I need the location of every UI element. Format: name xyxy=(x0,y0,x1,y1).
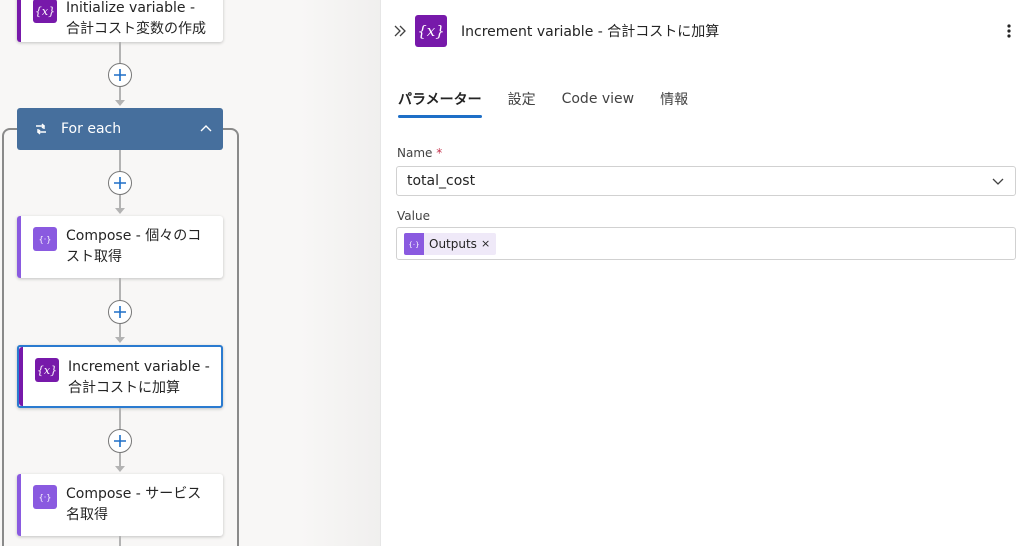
outputs-token[interactable]: {·} Outputs × xyxy=(404,232,497,255)
connector-arrow xyxy=(115,100,125,106)
more-options-button[interactable] xyxy=(997,19,1021,43)
panel-shadow xyxy=(300,0,380,546)
card-accent xyxy=(17,0,21,42)
required-marker: * xyxy=(436,146,443,160)
tab-about[interactable]: 情報 xyxy=(660,80,688,118)
card-accent xyxy=(17,474,21,536)
tab-settings[interactable]: 設定 xyxy=(508,80,536,118)
value-label-text: Value xyxy=(397,209,430,223)
card-increment-variable[interactable]: {x} Increment variable - 合計コストに加算 xyxy=(17,345,223,408)
remove-token-icon[interactable]: × xyxy=(481,237,490,250)
svg-text:{·}: {·} xyxy=(408,241,419,249)
compose-icon: {·} xyxy=(33,227,57,251)
svg-text:{·}: {·} xyxy=(39,493,52,502)
panel-header: {x} Increment variable - 合計コストに加算 xyxy=(381,0,1024,62)
variable-icon: {x} xyxy=(35,358,59,382)
foreach-header[interactable]: For each xyxy=(17,108,223,150)
add-step-button[interactable] xyxy=(108,171,132,195)
chevron-up-icon[interactable] xyxy=(199,122,213,136)
card-accent xyxy=(19,347,23,406)
card-label: Compose - サービス名取得 xyxy=(66,486,202,523)
connector-line xyxy=(119,536,121,546)
action-details-panel: {x} Increment variable - 合計コストに加算 パラメーター… xyxy=(380,0,1024,546)
card-label: Initialize variable - 合計コスト変数の作成 xyxy=(66,0,206,37)
loop-icon xyxy=(36,123,46,135)
value-input[interactable]: {·} Outputs × xyxy=(396,227,1016,260)
panel-title: Increment variable - 合計コストに加算 xyxy=(461,24,720,40)
compose-icon: {·} xyxy=(404,232,424,255)
name-dropdown[interactable]: total_cost xyxy=(396,166,1016,196)
name-field-label: Name * xyxy=(397,146,442,160)
variable-icon: {x} xyxy=(415,15,447,47)
foreach-title: For each xyxy=(61,121,122,137)
card-label: Compose - 個々のコスト取得 xyxy=(66,228,202,265)
name-label-text: Name xyxy=(397,146,433,160)
name-dropdown-value: total_cost xyxy=(407,173,476,189)
chevron-down-icon xyxy=(992,178,1004,185)
value-field-label: Value xyxy=(397,209,430,223)
double-chevron-right-icon xyxy=(394,25,406,37)
card-initialize-variable[interactable]: {x} Initialize variable - 合計コスト変数の作成 xyxy=(17,0,223,42)
compose-icon: {·} xyxy=(33,485,57,509)
add-step-button[interactable] xyxy=(108,429,132,453)
add-step-button[interactable] xyxy=(108,63,132,87)
collapse-panel-button[interactable] xyxy=(389,20,411,42)
connector-arrow xyxy=(115,337,125,343)
more-vertical-icon xyxy=(1007,24,1011,38)
connector-arrow xyxy=(115,208,125,214)
card-label: Increment variable - 合計コストに加算 xyxy=(68,359,210,396)
card-compose-service[interactable]: {·} Compose - サービス名取得 xyxy=(17,474,223,536)
svg-text:{x}: {x} xyxy=(36,5,54,18)
card-compose-cost[interactable]: {·} Compose - 個々のコスト取得 xyxy=(17,216,223,278)
card-accent xyxy=(17,216,21,278)
token-label: Outputs xyxy=(429,236,477,251)
add-step-button[interactable] xyxy=(108,300,132,324)
tab-parameters[interactable]: パラメーター xyxy=(398,80,482,118)
connector-arrow xyxy=(115,466,125,472)
panel-tabs: パラメーター 設定 Code view 情報 xyxy=(398,80,714,120)
tab-code-view[interactable]: Code view xyxy=(562,80,635,118)
app-root: {x} Initialize variable - 合計コスト変数の作成 For… xyxy=(0,0,1024,546)
svg-text:{x}: {x} xyxy=(418,22,444,40)
svg-text:{·}: {·} xyxy=(39,235,52,244)
variable-icon: {x} xyxy=(33,0,57,23)
svg-text:{x}: {x} xyxy=(38,364,56,377)
